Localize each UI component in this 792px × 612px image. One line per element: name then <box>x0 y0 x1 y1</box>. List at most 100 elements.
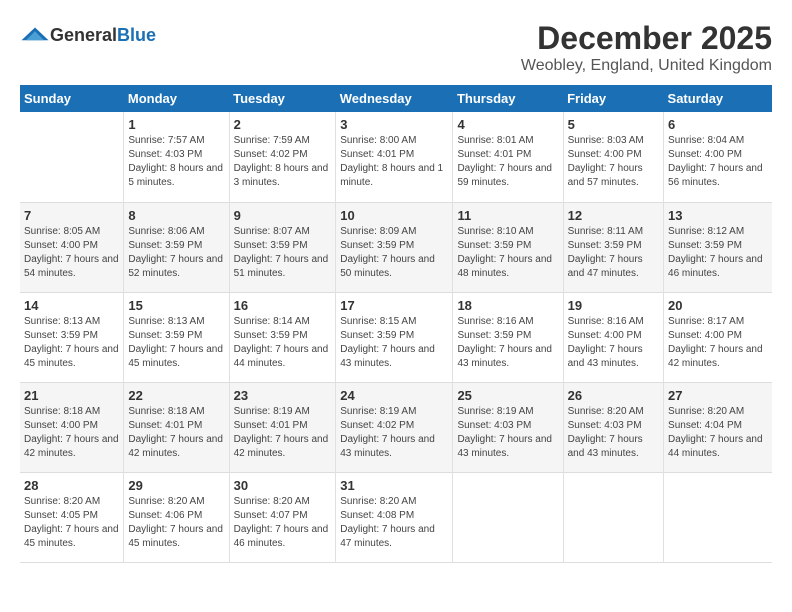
calendar-cell: 20 Sunrise: 8:17 AMSunset: 4:00 PMDayligh… <box>664 292 772 382</box>
day-number: 2 <box>234 117 332 132</box>
day-info: Sunrise: 8:11 AMSunset: 3:59 PMDaylight:… <box>568 225 659 281</box>
day-number: 23 <box>234 388 332 403</box>
day-number: 9 <box>234 208 332 223</box>
column-header-tuesday: Tuesday <box>229 85 336 112</box>
day-info: Sunrise: 8:09 AMSunset: 3:59 PMDaylight:… <box>340 225 448 281</box>
calendar-cell: 23 Sunrise: 8:19 AMSunset: 4:01 PMDayligh… <box>229 382 336 472</box>
day-info: Sunrise: 8:14 AMSunset: 3:59 PMDaylight:… <box>234 315 332 371</box>
day-info: Sunrise: 8:19 AMSunset: 4:02 PMDaylight:… <box>340 405 448 461</box>
calendar-cell: 9 Sunrise: 8:07 AMSunset: 3:59 PMDaylight… <box>229 202 336 292</box>
logo: GeneralBlue <box>20 20 156 50</box>
day-number: 4 <box>457 117 558 132</box>
calendar-cell: 24 Sunrise: 8:19 AMSunset: 4:02 PMDayligh… <box>336 382 453 472</box>
day-number: 16 <box>234 298 332 313</box>
calendar-cell <box>20 112 124 202</box>
month-title: December 2025 <box>521 20 772 57</box>
day-number: 27 <box>668 388 768 403</box>
day-info: Sunrise: 8:20 AMSunset: 4:07 PMDaylight:… <box>234 495 332 551</box>
calendar-cell <box>563 472 663 562</box>
day-info: Sunrise: 8:03 AMSunset: 4:00 PMDaylight:… <box>568 134 659 190</box>
day-info: Sunrise: 8:19 AMSunset: 4:01 PMDaylight:… <box>234 405 332 461</box>
day-info: Sunrise: 8:10 AMSunset: 3:59 PMDaylight:… <box>457 225 558 281</box>
day-number: 28 <box>24 478 119 493</box>
day-number: 31 <box>340 478 448 493</box>
calendar-cell: 18Sunrise: 8:16 AMSunset: 3:59 PMDayligh… <box>453 292 563 382</box>
calendar-cell: 1 Sunrise: 7:57 AMSunset: 4:03 PMDaylight… <box>124 112 229 202</box>
day-number: 30 <box>234 478 332 493</box>
day-number: 19 <box>568 298 659 313</box>
day-info: Sunrise: 8:06 AMSunset: 3:59 PMDaylight:… <box>128 225 224 281</box>
calendar-cell: 12 Sunrise: 8:11 AMSunset: 3:59 PMDayligh… <box>563 202 663 292</box>
calendar-cell: 13Sunrise: 8:12 AMSunset: 3:59 PMDayligh… <box>664 202 772 292</box>
calendar-cell: 19Sunrise: 8:16 AMSunset: 4:00 PMDayligh… <box>563 292 663 382</box>
day-number: 11 <box>457 208 558 223</box>
column-header-friday: Friday <box>563 85 663 112</box>
day-info: Sunrise: 8:20 AMSunset: 4:06 PMDaylight:… <box>128 495 224 551</box>
calendar-cell: 15Sunrise: 8:13 AMSunset: 3:59 PMDayligh… <box>124 292 229 382</box>
calendar-cell: 21 Sunrise: 8:18 AMSunset: 4:00 PMDayligh… <box>20 382 124 472</box>
week-row-5: 28Sunrise: 8:20 AMSunset: 4:05 PMDayligh… <box>20 472 772 562</box>
logo-icon <box>20 20 50 50</box>
day-number: 8 <box>128 208 224 223</box>
day-number: 26 <box>568 388 659 403</box>
day-info: Sunrise: 8:00 AMSunset: 4:01 PMDaylight:… <box>340 134 448 190</box>
day-number: 20 <box>668 298 768 313</box>
calendar-cell: 8 Sunrise: 8:06 AMSunset: 3:59 PMDaylight… <box>124 202 229 292</box>
calendar-cell <box>664 472 772 562</box>
calendar-cell: 11 Sunrise: 8:10 AMSunset: 3:59 PMDayligh… <box>453 202 563 292</box>
column-header-thursday: Thursday <box>453 85 563 112</box>
location-title: Weobley, England, United Kingdom <box>521 57 772 75</box>
day-number: 6 <box>668 117 768 132</box>
calendar-cell: 28Sunrise: 8:20 AMSunset: 4:05 PMDayligh… <box>20 472 124 562</box>
day-info: Sunrise: 8:17 AMSunset: 4:00 PMDaylight:… <box>668 315 768 371</box>
day-number: 7 <box>24 208 119 223</box>
calendar-cell: 25Sunrise: 8:19 AMSunset: 4:03 PMDayligh… <box>453 382 563 472</box>
day-info: Sunrise: 7:57 AMSunset: 4:03 PMDaylight:… <box>128 134 224 190</box>
day-info: Sunrise: 8:20 AMSunset: 4:03 PMDaylight:… <box>568 405 659 461</box>
calendar-cell: 5 Sunrise: 8:03 AMSunset: 4:00 PMDaylight… <box>563 112 663 202</box>
week-row-2: 7 Sunrise: 8:05 AMSunset: 4:00 PMDaylight… <box>20 202 772 292</box>
day-info: Sunrise: 8:13 AMSunset: 3:59 PMDaylight:… <box>24 315 119 371</box>
calendar-cell: 6 Sunrise: 8:04 AMSunset: 4:00 PMDaylight… <box>664 112 772 202</box>
day-number: 14 <box>24 298 119 313</box>
calendar-cell: 27 Sunrise: 8:20 AMSunset: 4:04 PMDayligh… <box>664 382 772 472</box>
day-info: Sunrise: 8:07 AMSunset: 3:59 PMDaylight:… <box>234 225 332 281</box>
day-info: Sunrise: 8:20 AMSunset: 4:08 PMDaylight:… <box>340 495 448 551</box>
calendar-cell: 10Sunrise: 8:09 AMSunset: 3:59 PMDayligh… <box>336 202 453 292</box>
day-number: 29 <box>128 478 224 493</box>
day-info: Sunrise: 8:18 AMSunset: 4:01 PMDaylight:… <box>128 405 224 461</box>
day-number: 3 <box>340 117 448 132</box>
calendar-cell: 22 Sunrise: 8:18 AMSunset: 4:01 PMDayligh… <box>124 382 229 472</box>
day-info: Sunrise: 8:19 AMSunset: 4:03 PMDaylight:… <box>457 405 558 461</box>
day-info: Sunrise: 8:13 AMSunset: 3:59 PMDaylight:… <box>128 315 224 371</box>
day-info: Sunrise: 8:05 AMSunset: 4:00 PMDaylight:… <box>24 225 119 281</box>
header: GeneralBlue December 2025 Weobley, Engla… <box>20 20 772 75</box>
day-number: 18 <box>457 298 558 313</box>
calendar-cell: 26 Sunrise: 8:20 AMSunset: 4:03 PMDayligh… <box>563 382 663 472</box>
day-number: 17 <box>340 298 448 313</box>
calendar-cell: 16 Sunrise: 8:14 AMSunset: 3:59 PMDayligh… <box>229 292 336 382</box>
logo-text-blue: Blue <box>117 25 156 46</box>
column-header-sunday: Sunday <box>20 85 124 112</box>
calendar-cell: 29 Sunrise: 8:20 AMSunset: 4:06 PMDayligh… <box>124 472 229 562</box>
day-number: 1 <box>128 117 224 132</box>
calendar-cell: 2Sunrise: 7:59 AMSunset: 4:02 PMDaylight… <box>229 112 336 202</box>
day-info: Sunrise: 8:12 AMSunset: 3:59 PMDaylight:… <box>668 225 768 281</box>
day-info: Sunrise: 8:04 AMSunset: 4:00 PMDaylight:… <box>668 134 768 190</box>
calendar-cell <box>453 472 563 562</box>
day-number: 5 <box>568 117 659 132</box>
column-header-saturday: Saturday <box>664 85 772 112</box>
day-number: 12 <box>568 208 659 223</box>
day-number: 21 <box>24 388 119 403</box>
calendar-cell: 7 Sunrise: 8:05 AMSunset: 4:00 PMDaylight… <box>20 202 124 292</box>
day-info: Sunrise: 8:01 AMSunset: 4:01 PMDaylight:… <box>457 134 558 190</box>
title-area: December 2025 Weobley, England, United K… <box>521 20 772 75</box>
calendar-cell: 4 Sunrise: 8:01 AMSunset: 4:01 PMDaylight… <box>453 112 563 202</box>
day-info: Sunrise: 8:20 AMSunset: 4:04 PMDaylight:… <box>668 405 768 461</box>
day-info: Sunrise: 8:15 AMSunset: 3:59 PMDaylight:… <box>340 315 448 371</box>
column-header-monday: Monday <box>124 85 229 112</box>
day-info: Sunrise: 8:18 AMSunset: 4:00 PMDaylight:… <box>24 405 119 461</box>
calendar-cell: 30 Sunrise: 8:20 AMSunset: 4:07 PMDayligh… <box>229 472 336 562</box>
day-number: 24 <box>340 388 448 403</box>
day-number: 22 <box>128 388 224 403</box>
